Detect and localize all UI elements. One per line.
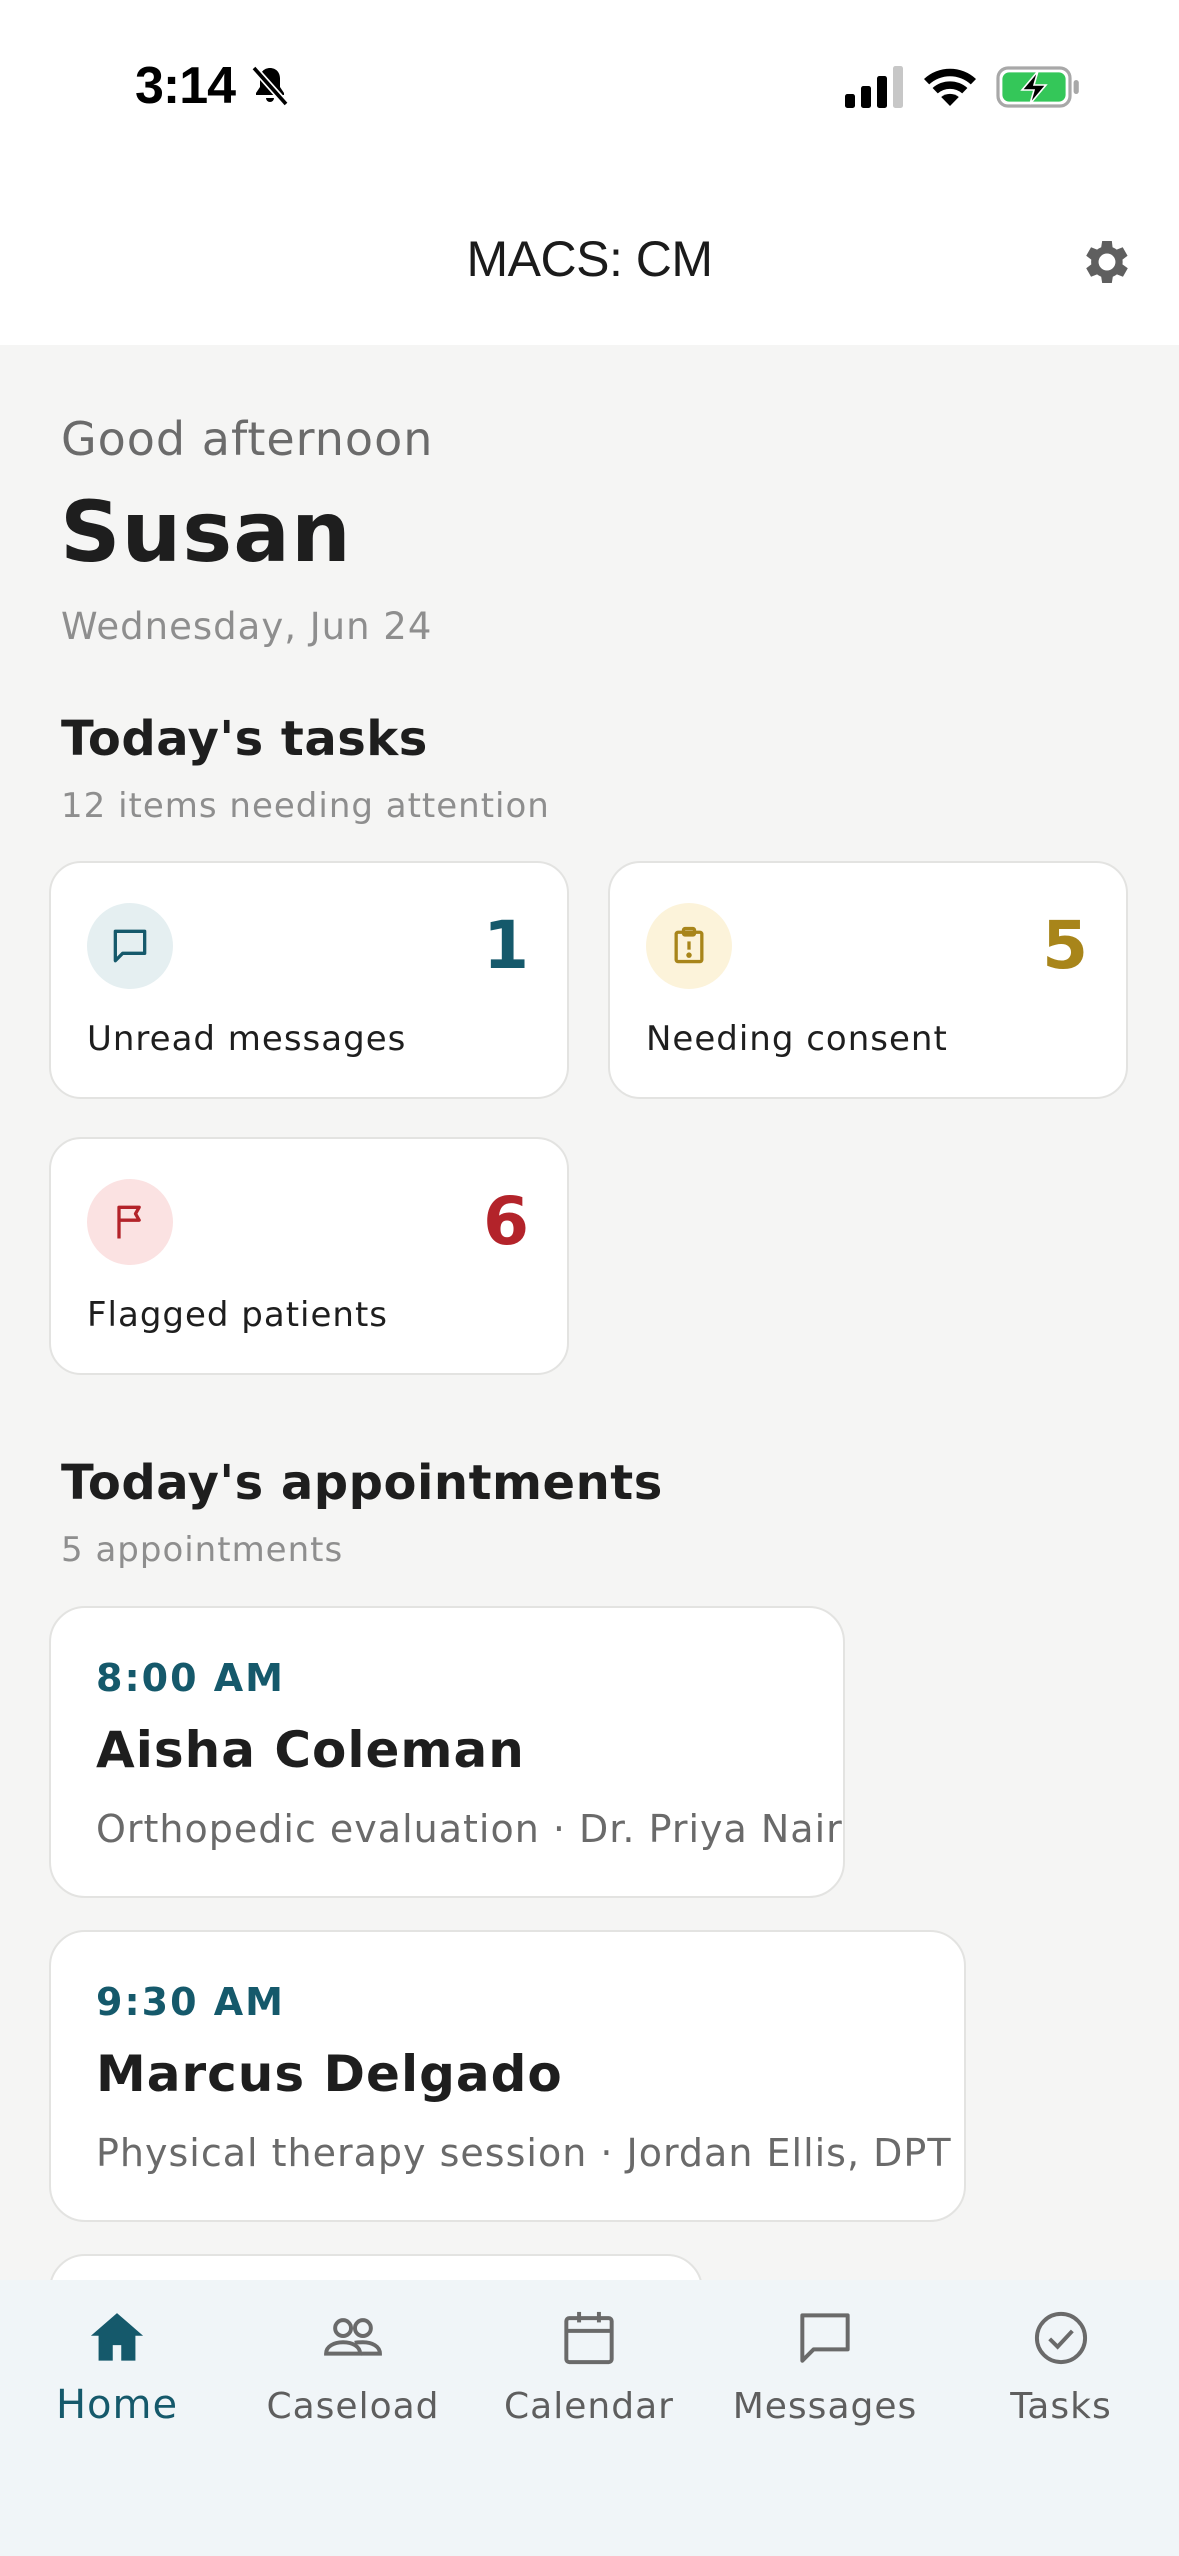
tab-caseload[interactable]: Caseload bbox=[253, 2304, 453, 2444]
bell-slash-icon bbox=[251, 65, 289, 107]
cellular-signal-icon bbox=[845, 66, 903, 108]
gear-icon[interactable] bbox=[1078, 233, 1136, 291]
tab-label: Messages bbox=[732, 2386, 918, 2427]
task-count: 5 bbox=[1042, 907, 1088, 984]
people-icon bbox=[324, 2318, 382, 2356]
appointments-section-title: Today's appointments bbox=[61, 1455, 663, 1511]
status-time: 3:14 bbox=[135, 57, 236, 115]
current-date: Wednesday, Jun 24 bbox=[61, 605, 433, 648]
chat-bubble-icon bbox=[87, 903, 173, 989]
flag-icon bbox=[87, 1179, 173, 1265]
appointment-time: 9:30 AM bbox=[96, 1980, 285, 2024]
task-card-needing-consent[interactable]: 5 Needing consent bbox=[608, 861, 1128, 1099]
message-icon bbox=[800, 2313, 850, 2363]
tab-tasks[interactable]: Tasks bbox=[961, 2304, 1161, 2444]
tab-messages[interactable]: Messages bbox=[725, 2304, 925, 2444]
battery-charging-icon bbox=[996, 66, 1079, 108]
home-icon bbox=[90, 2313, 144, 2361]
header-area: 3:14 MACS: CM bbox=[0, 0, 1179, 345]
tab-label: Caseload bbox=[266, 2386, 440, 2427]
task-card-unread-messages[interactable]: 1 Unread messages bbox=[49, 861, 569, 1099]
tab-home[interactable]: Home bbox=[17, 2304, 217, 2444]
greeting-text: Good afternoon bbox=[61, 412, 434, 466]
appointment-detail: Orthopedic evaluation · Dr. Priya Nair bbox=[96, 1807, 843, 1851]
tab-label: Calendar bbox=[504, 2386, 674, 2427]
appointments-section-subtitle: 5 appointments bbox=[61, 1530, 344, 1570]
task-label: Flagged patients bbox=[87, 1295, 389, 1335]
app-title: MACS: CM bbox=[466, 231, 714, 287]
task-card-flagged-patients[interactable]: 6 Flagged patients bbox=[49, 1137, 569, 1375]
task-label: Unread messages bbox=[87, 1019, 407, 1059]
appointment-time: 8:00 AM bbox=[96, 1656, 285, 1700]
tab-label: Home bbox=[55, 2382, 179, 2428]
user-name: Susan bbox=[60, 483, 352, 581]
tab-calendar[interactable]: Calendar bbox=[489, 2304, 689, 2444]
task-count: 6 bbox=[483, 1183, 529, 1260]
task-label: Needing consent bbox=[646, 1019, 948, 1059]
tasks-section-subtitle: 12 items needing attention bbox=[61, 786, 550, 826]
wifi-icon bbox=[924, 68, 976, 106]
appointment-card[interactable]: 9:30 AM Marcus Delgado Physical therapy … bbox=[49, 1930, 966, 2222]
patient-name: Aisha Coleman bbox=[96, 1721, 525, 1779]
appointment-detail: Physical therapy session · Jordan Ellis,… bbox=[96, 2131, 952, 2175]
calendar-icon bbox=[564, 2311, 614, 2365]
clipboard-alert-icon bbox=[646, 903, 732, 989]
tab-bar: Home Caseload Calendar Messages Tasks bbox=[0, 2280, 1179, 2556]
task-count: 1 bbox=[483, 907, 529, 984]
tasks-section-title: Today's tasks bbox=[61, 711, 428, 767]
patient-name: Marcus Delgado bbox=[96, 2045, 563, 2103]
check-circle-icon bbox=[1034, 2311, 1088, 2365]
tab-label: Tasks bbox=[1010, 2386, 1112, 2427]
appointment-card[interactable]: 8:00 AM Aisha Coleman Orthopedic evaluat… bbox=[49, 1606, 845, 1898]
